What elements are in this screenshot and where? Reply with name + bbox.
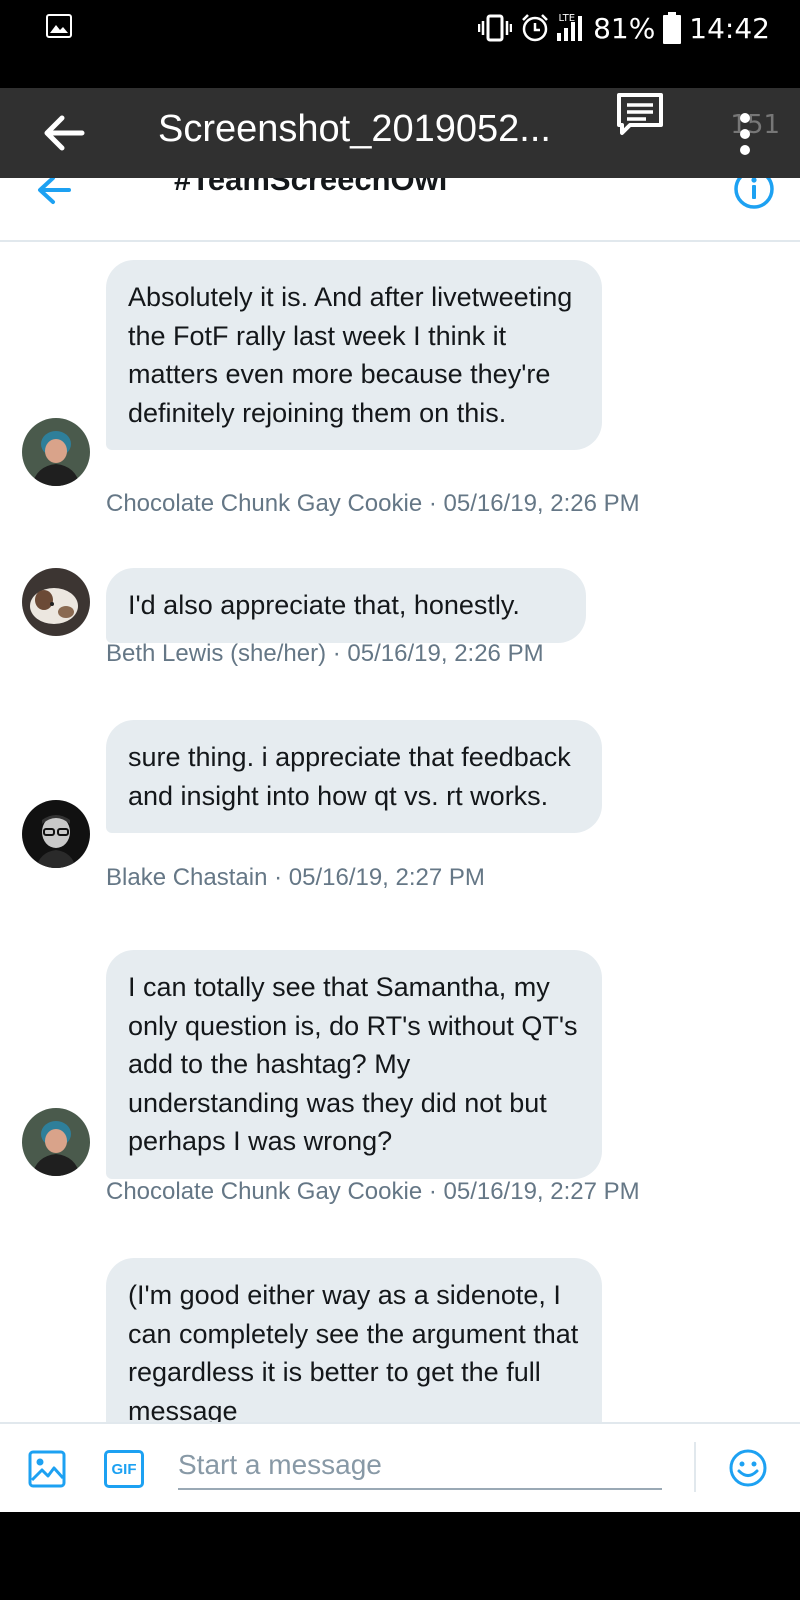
conversation-header: #TeamScreechOwl xyxy=(0,178,800,242)
message-bubble[interactable]: I'd also appreciate that, honestly. xyxy=(106,568,586,643)
image-icon[interactable] xyxy=(28,1450,66,1488)
back-arrow-icon[interactable] xyxy=(36,178,72,208)
battery-percent: 81% xyxy=(593,11,656,45)
system-navigation-bar xyxy=(0,1512,800,1600)
message-meta: Blake Chastain · 05/16/19, 2:27 PM xyxy=(106,864,485,891)
message-composer: GIF xyxy=(0,1422,800,1512)
message-bubble[interactable]: Absolutely it is. And after livetweeting… xyxy=(106,260,602,450)
message-meta: Beth Lewis (she/her) · 05/16/19, 2:26 PM xyxy=(106,640,544,667)
message-list[interactable]: Absolutely it is. And after livetweeting… xyxy=(0,242,800,1422)
message-bubble[interactable]: (I'm good either way as a sidenote, I ca… xyxy=(106,1258,602,1422)
info-icon[interactable] xyxy=(733,178,775,210)
more-vert-icon[interactable] xyxy=(735,112,755,156)
gallery-notification-icon xyxy=(46,14,72,38)
avatar[interactable] xyxy=(22,418,90,486)
status-indicators: LTE 81% 14:42 xyxy=(478,8,770,48)
gif-button[interactable]: GIF xyxy=(104,1450,144,1488)
image-filename: Screenshot_2019052... xyxy=(158,108,551,150)
message-bubble[interactable]: I can totally see that Samantha, my only… xyxy=(106,950,602,1179)
network-type: LTE xyxy=(558,12,576,24)
vibrate-icon xyxy=(478,14,513,42)
composer-divider xyxy=(694,1442,696,1492)
avatar[interactable] xyxy=(22,1108,90,1176)
comment-icon[interactable] xyxy=(616,92,664,138)
conversation-title: #TeamScreechOwl xyxy=(174,178,448,197)
message-meta: Chocolate Chunk Gay Cookie · 05/16/19, 2… xyxy=(106,490,640,517)
message-bubble[interactable]: sure thing. i appreciate that feedback a… xyxy=(106,720,602,833)
battery-icon xyxy=(663,12,682,44)
image-viewer-toolbar: 151 Screenshot_2019052... xyxy=(0,88,800,178)
emoji-icon[interactable] xyxy=(728,1448,768,1488)
back-arrow-icon[interactable] xyxy=(40,110,86,156)
status-bar: LTE 81% 14:42 xyxy=(0,0,800,56)
message-input[interactable] xyxy=(178,1442,662,1490)
clock: 14:42 xyxy=(689,11,770,45)
avatar[interactable] xyxy=(22,800,90,868)
message-meta: Chocolate Chunk Gay Cookie · 05/16/19, 2… xyxy=(106,1178,640,1205)
alarm-icon xyxy=(522,14,549,42)
avatar[interactable] xyxy=(22,568,90,636)
